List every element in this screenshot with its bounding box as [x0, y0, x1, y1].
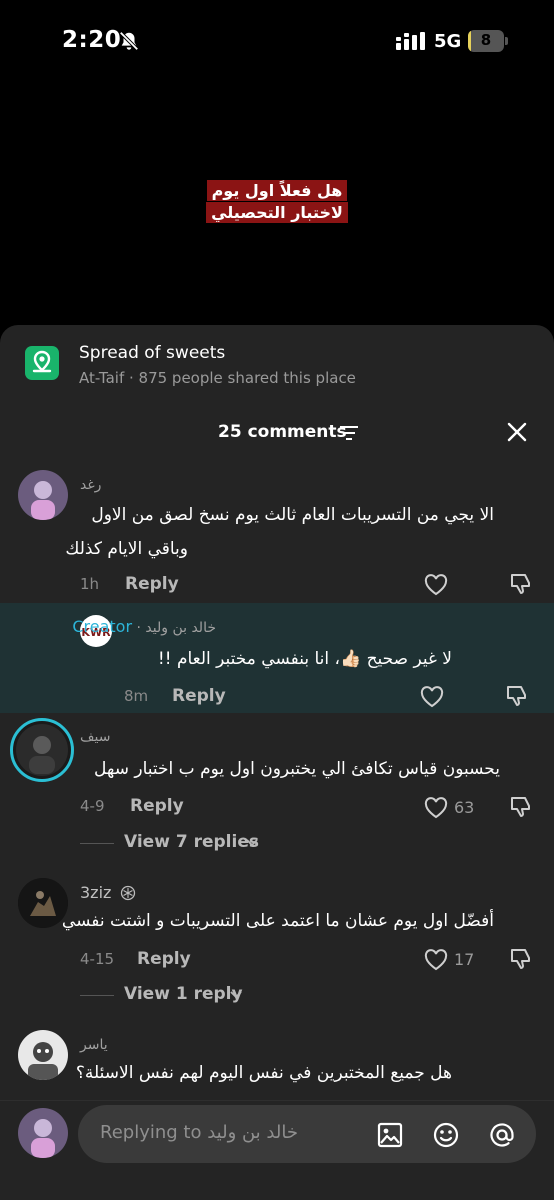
comment-time: 4-15: [80, 950, 115, 968]
reply-item: KWR خالد بن وليد · Creator لا غير صحيح 👍…: [0, 603, 554, 713]
signal-icon: [396, 32, 425, 50]
comments-header: 25 comments: [0, 415, 554, 451]
comment-time: 1h: [80, 575, 100, 593]
status-bar: 2:20 5G 8: [0, 0, 554, 84]
network-label: 5G: [434, 31, 462, 52]
comment-text: هل جميع المختبرين في نفس اليوم لهم نفس ا…: [75, 1063, 452, 1083]
reply-text: لا غير صحيح 👍🏻، انا بنفسي مختبر العام !!: [157, 649, 452, 669]
comment-username[interactable]: سيف: [80, 729, 110, 745]
dislike-icon[interactable]: [504, 684, 528, 708]
reply-time: 8m: [124, 687, 149, 705]
comment-time: 4-9: [80, 797, 105, 815]
view-replies-button[interactable]: View 1 reply: [80, 983, 340, 1007]
my-avatar[interactable]: [18, 1108, 68, 1158]
comments-sheet: Spread of sweets At-Taif · 875 people sh…: [0, 325, 554, 1200]
comment-item: رغد الا يجي من التسريبات العام ثالث يوم …: [0, 465, 554, 605]
caption-line-1: هل فعلاً اول يوم: [206, 180, 348, 201]
status-time: 2:20: [62, 27, 122, 53]
comment-username[interactable]: رغد: [80, 477, 101, 493]
heart-icon[interactable]: [420, 686, 444, 708]
comment-item: ياسر هل جميع المختبرين في نفس اليوم لهم …: [0, 1025, 554, 1100]
creator-tag: Creator: [72, 617, 133, 636]
comment-text: يحسبون قياس تكافئ الي يختبرون اول يوم ب …: [94, 759, 500, 779]
avatar[interactable]: [10, 718, 74, 782]
dislike-icon[interactable]: [508, 795, 532, 819]
filter-icon[interactable]: [340, 425, 358, 441]
comment-input-bar: Replying to خالد بن وليد: [0, 1100, 554, 1200]
chevron-down-icon: [230, 991, 242, 999]
avatar[interactable]: [18, 878, 68, 928]
comments-count: 25 comments: [218, 422, 347, 442]
close-icon[interactable]: [506, 421, 528, 443]
comment-input-placeholder: Replying to خالد بن وليد: [100, 1122, 298, 1143]
place-card[interactable]: Spread of sweets At-Taif · 875 people sh…: [0, 325, 554, 403]
reply-username[interactable]: خالد بن وليد: [145, 620, 216, 636]
comment-username-row: 3ziz: [80, 883, 136, 902]
comment-item: 3ziz أفضّل اول يوم عشان ما اعتمد على الت…: [0, 873, 554, 1013]
dislike-icon[interactable]: [508, 947, 532, 971]
video-player[interactable]: هل فعلاً اول يوم لاختبار التحصيلي: [0, 84, 554, 326]
reply-username-row: خالد بن وليد · Creator: [72, 617, 216, 636]
battery-level: 8: [480, 31, 492, 49]
comment-input[interactable]: Replying to خالد بن وليد: [78, 1105, 536, 1163]
reply-button[interactable]: Reply: [172, 686, 226, 706]
like-count: 63: [454, 798, 475, 817]
heart-icon[interactable]: [424, 949, 448, 971]
badge-icon: [120, 885, 136, 901]
bell-slash-icon: [119, 31, 139, 51]
dislike-icon[interactable]: [508, 572, 532, 596]
comment-username[interactable]: 3ziz: [80, 883, 111, 902]
mention-icon[interactable]: [488, 1121, 516, 1149]
place-subtitle: At-Taif · 875 people shared this place: [79, 369, 356, 387]
comment-username[interactable]: ياسر: [80, 1037, 108, 1053]
view-replies-label: View 1 reply: [124, 984, 243, 1004]
place-title: Spread of sweets: [79, 343, 226, 363]
caption-line-2: لاختبار التحصيلي: [206, 202, 348, 223]
comment-text: الا يجي من التسريبات العام ثالث يوم نسخ …: [91, 505, 494, 525]
chevron-down-icon: [246, 839, 258, 847]
battery-icon: 8: [468, 30, 508, 52]
heart-icon[interactable]: [424, 574, 448, 596]
image-icon[interactable]: [376, 1121, 404, 1149]
comment-text: أفضّل اول يوم عشان ما اعتمد على التسريبا…: [61, 911, 494, 931]
comment-text-line2: وباقي الايام كذلك: [65, 539, 188, 559]
heart-icon[interactable]: [424, 797, 448, 819]
reply-button[interactable]: Reply: [125, 574, 179, 594]
location-pin-icon: [25, 346, 59, 380]
comment-item: سيف يحسبون قياس تكافئ الي يختبرون اول يو…: [0, 715, 554, 865]
view-replies-button[interactable]: View 7 replies: [80, 831, 340, 855]
view-replies-label: View 7 replies: [124, 832, 259, 852]
emoji-icon[interactable]: [432, 1121, 460, 1149]
avatar[interactable]: [18, 470, 68, 520]
video-caption: هل فعلاً اول يوم لاختبار التحصيلي: [200, 180, 354, 224]
reply-button[interactable]: Reply: [137, 949, 191, 969]
reply-button[interactable]: Reply: [130, 796, 184, 816]
avatar[interactable]: [18, 1030, 68, 1080]
like-count: 17: [454, 950, 475, 969]
